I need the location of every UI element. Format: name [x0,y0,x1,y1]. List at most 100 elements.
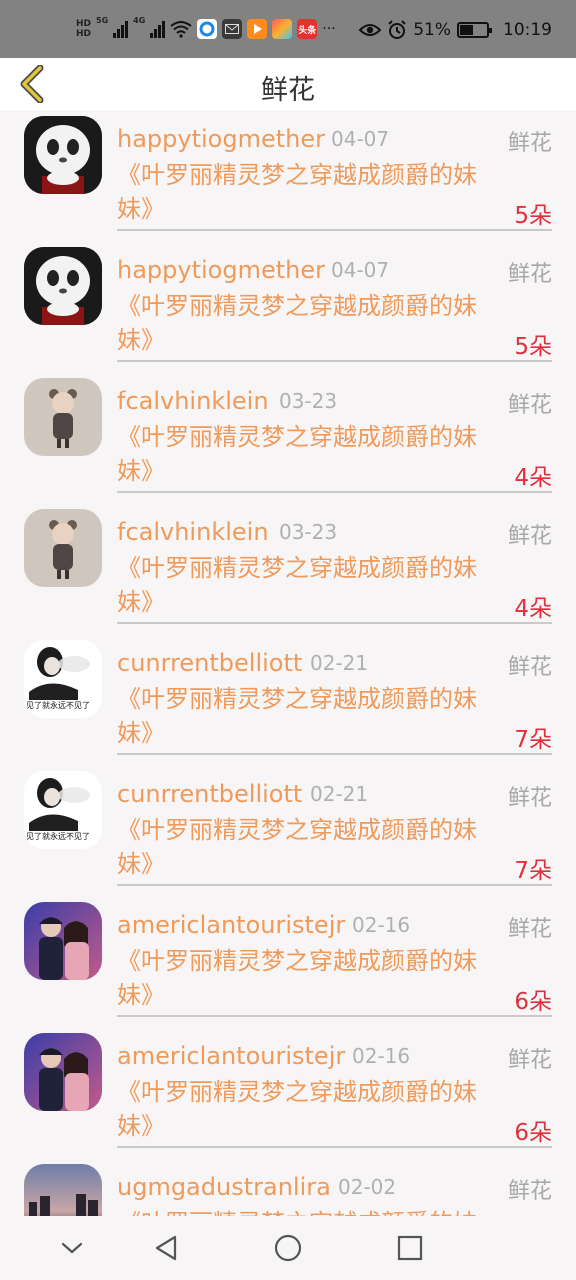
battery-level-fill [460,25,473,35]
battery-icon [457,22,492,38]
hd-label: HD [76,19,92,29]
date: 02-16 [352,1044,411,1068]
news-app-icon: 头条 [297,19,318,39]
book-title[interactable]: 《叶罗丽精灵梦之穿越成颜爵的妹妹》 [117,813,497,881]
user-name[interactable]: ugmgadustranlira [117,1173,331,1201]
list-item[interactable]: fcalvhinklein 03-23 鲜花 《叶罗丽精灵梦之穿越成颜爵的妹妹》… [0,503,576,634]
divider [117,884,552,886]
avatar [24,1164,102,1216]
clock: 10:19 [503,20,552,40]
user-name[interactable]: fcalvhinklein [117,518,269,546]
date: 02-21 [310,782,369,806]
user-name[interactable]: happytiogmether [117,125,325,153]
user-name[interactable]: americlantouristejr [117,911,345,939]
flower-record-list: happytiogmether 04-07 鲜花 《叶罗丽精灵梦之穿越成颜爵的妹… [0,110,576,1216]
divider [117,622,552,624]
flower-count: 6朵 [514,1120,552,1146]
list-item[interactable]: americlantouristejr 02-16 鲜花 《叶罗丽精灵梦之穿越成… [0,896,576,1027]
wifi-icon [170,21,192,38]
flower-count: 5朵 [514,334,552,360]
status-bar: HD HD 5G 4G 头条 ··· 51% 10:19 [0,0,576,58]
recents-button[interactable] [390,1230,430,1266]
gift-type-label: 鲜花 [507,786,552,811]
page-title: 鲜花 [261,75,315,106]
gift-type-label: 鲜花 [507,1179,552,1204]
signal-icon [113,20,129,38]
date: 03-23 [279,520,338,544]
gift-type-label: 鲜花 [507,524,552,549]
divider [117,229,552,231]
book-title[interactable]: 《叶罗丽精灵梦之穿越成颜爵的妹妹》 [117,551,497,619]
divider [117,360,552,362]
user-name[interactable]: cunrrentbelliott [117,780,302,808]
date: 02-02 [338,1175,397,1199]
recents-square-icon [397,1235,423,1261]
avatar: 见了就永远不见了 [24,640,102,718]
divider [117,491,552,493]
book-title[interactable]: 《叶罗丽精灵梦之穿越成颜爵的妹妹》 [117,1075,497,1143]
battery-percent: 51% [413,20,451,40]
hd-indicator: HD HD [76,19,91,39]
hide-nav-button[interactable] [52,1230,92,1266]
date: 02-21 [310,651,369,675]
list-item[interactable]: happytiogmether 04-07 鲜花 《叶罗丽精灵梦之穿越成颜爵的妹… [0,110,576,241]
user-name[interactable]: happytiogmether [117,256,325,284]
user-name[interactable]: cunrrentbelliott [117,649,302,677]
gift-type-label: 鲜花 [507,131,552,156]
back-triangle-icon [155,1235,177,1261]
gift-type-label: 鲜花 [507,917,552,942]
book-title[interactable]: 《叶罗丽精灵梦之穿越成颜爵的妹妹》 [117,158,497,226]
app-notification-icon [272,19,293,39]
flower-count: 6朵 [514,989,552,1015]
divider [117,1015,552,1017]
divider [117,1146,552,1148]
list-item[interactable]: ugmgadustranlira 02-02 鲜花 《叶罗丽精灵梦之穿越成颜爵的… [0,1158,576,1216]
gift-type-label: 鲜花 [507,262,552,287]
avatar: 见了就永远不见了 [24,771,102,849]
title-bar: 鲜花 [0,58,576,110]
flower-count: 5朵 [514,203,552,229]
list-item[interactable]: 见了就永远不见了 cunrrentbelliott 02-21 鲜花 《叶罗丽精… [0,634,576,765]
gift-type-label: 鲜花 [507,1048,552,1073]
list-item[interactable]: americlantouristejr 02-16 鲜花 《叶罗丽精灵梦之穿越成… [0,1027,576,1158]
avatar [24,1033,102,1111]
flower-count: 4朵 [514,465,552,491]
book-title[interactable]: 《叶罗丽精灵梦之穿越成颜爵的妹妹》 [117,944,497,1012]
video-app-icon [247,19,268,39]
book-title[interactable]: 《叶罗丽精灵梦之穿越成颜爵的妹妹》 [117,682,497,750]
avatar [24,509,102,587]
avatar [24,247,102,325]
divider [117,753,552,755]
hd-label: HD [76,29,92,39]
date: 02-16 [352,913,411,937]
list-item[interactable]: 见了就永远不见了 cunrrentbelliott 02-21 鲜花 《叶罗丽精… [0,765,576,896]
status-right: 51% 10:19 [359,20,552,40]
chevron-down-icon [61,1242,83,1254]
avatar-caption: 见了就永远不见了 [26,701,90,710]
book-title[interactable]: 《叶罗丽精灵梦之穿越成颜爵的妹妹》 [117,1206,497,1216]
app-notification-icon [197,19,218,39]
system-back-button[interactable] [146,1230,186,1266]
user-name[interactable]: fcalvhinklein [117,387,269,415]
date: 04-07 [331,127,390,151]
system-navigation-bar [0,1216,576,1280]
book-title[interactable]: 《叶罗丽精灵梦之穿越成颜爵的妹妹》 [117,420,497,488]
book-title[interactable]: 《叶罗丽精灵梦之穿越成颜爵的妹妹》 [117,289,497,357]
list-item[interactable]: fcalvhinklein 03-23 鲜花 《叶罗丽精灵梦之穿越成颜爵的妹妹》… [0,372,576,503]
avatar [24,116,102,194]
news-app-label: 头条 [298,25,317,36]
gift-type-label: 鲜花 [507,393,552,418]
flower-count: 7朵 [514,727,552,753]
signal-icon [150,20,166,38]
network-type-label: 4G [133,16,146,25]
home-button[interactable] [268,1230,308,1266]
status-left: HD HD 5G 4G 头条 ··· [76,16,336,42]
flower-count: 4朵 [514,596,552,622]
network-type-label: 5G [96,16,109,25]
user-name[interactable]: americlantouristejr [117,1042,345,1070]
more-notifications-icon: ··· [322,21,336,37]
gift-type-label: 鲜花 [507,655,552,680]
eye-icon [359,24,382,36]
list-item[interactable]: happytiogmether 04-07 鲜花 《叶罗丽精灵梦之穿越成颜爵的妹… [0,241,576,372]
date: 04-07 [331,258,390,282]
